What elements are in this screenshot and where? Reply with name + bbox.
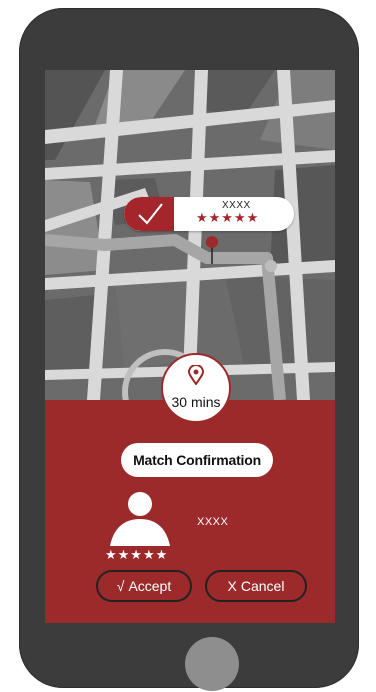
home-button[interactable]	[185, 637, 239, 691]
eta-text: 30 mins	[171, 394, 221, 410]
close-icon: X	[227, 578, 237, 594]
map-view[interactable]: XXXX ★★★★★	[45, 70, 335, 400]
cancel-label: Cancel	[240, 578, 285, 594]
location-pin-icon	[187, 364, 205, 390]
user-rating-stars: ★★★★★	[105, 547, 169, 562]
check-icon: √	[116, 578, 125, 594]
accept-button[interactable]: √ Accept	[96, 570, 192, 602]
driver-rating-card[interactable]: XXXX ★★★★★	[124, 197, 294, 231]
map-pin-icon	[202, 232, 222, 266]
confirm-badge	[124, 197, 174, 231]
match-confirmation-button[interactable]: Match Confirmation	[121, 443, 273, 477]
user-avatar-icon	[108, 490, 172, 546]
map-graphic	[45, 70, 335, 400]
eta-badge: 30 mins	[161, 353, 231, 423]
driver-rating-stars: ★★★★★	[196, 210, 260, 225]
app-screen: XXXX ★★★★★ 30 mins Match Confirmation ★★…	[45, 70, 335, 623]
accept-label: Accept	[128, 578, 172, 594]
cancel-button[interactable]: X Cancel	[205, 570, 307, 602]
canvas: XXXX ★★★★★ 30 mins Match Confirmation ★★…	[0, 0, 376, 692]
user-name: XXXX	[197, 516, 229, 528]
